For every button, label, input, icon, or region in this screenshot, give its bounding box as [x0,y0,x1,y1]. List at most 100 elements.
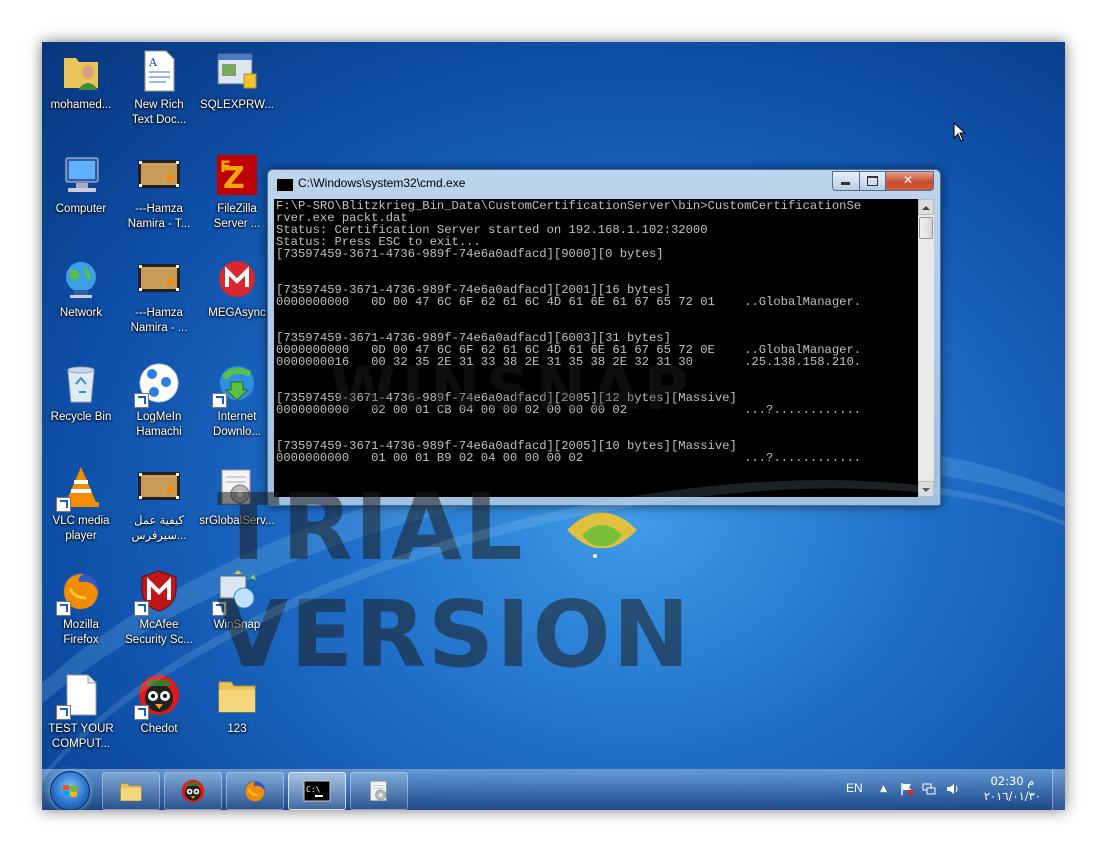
desktop-icon-5[interactable]: Z F FileZilla Server ... [198,152,276,232]
sql-installer-icon [214,48,260,94]
desktop-icon-label: Network [59,307,103,319]
desktop-icon-label: ---Hamza Namira - T... [127,203,191,230]
desktop-icon-17[interactable]: WinSnap [198,568,276,633]
console-line: [73597459-3671-4736-989f-74e6a0adfacd][9… [276,247,664,261]
scroll-thumb[interactable] [919,217,933,239]
video-file-icon [136,464,182,510]
taskbar-button-explorer[interactable] [102,772,160,810]
svg-text:C:\: C:\ [306,785,321,794]
mouse-cursor-icon [953,122,967,142]
minimize-button[interactable] [832,171,860,191]
vlc-icon [56,464,104,512]
cmd-window[interactable]: C:\Windows\system32\cmd.exe F:\P-SRO\Bli… [267,169,941,506]
clock[interactable]: 02:30 م ٢٠١٦/٠١/٣٠ [984,774,1041,804]
megasync-icon [214,256,260,302]
clock-time: 02:30 م [990,774,1035,788]
desktop-icon-label: كيفية عمل سيرفرس... [131,515,187,542]
desktop-icon-label: 123 [227,723,247,735]
recycle-bin-icon [58,360,104,406]
desktop-icon-9[interactable]: Recycle Bin [42,360,120,425]
scroll-down-arrow-icon[interactable] [918,481,934,497]
desktop-icon-0[interactable]: mohamed... [42,48,120,113]
winsnap-icon [212,568,260,616]
language-indicator[interactable]: EN [846,781,863,810]
desktop-icon-label: Mozilla Firefox [63,619,99,646]
desktop: mohamed... A New Rich Text Doc... SQLEXPRW.… [42,42,1065,810]
desktop-icon-11[interactable]: Internet Downlo... [198,360,276,440]
console-line: 0000000016 00 32 35 2E 31 33 38 2E 31 35… [276,355,862,369]
desktop-icon-label: srGlobalServ... [199,515,275,527]
network-icon [58,256,104,302]
desktop-icon-14[interactable]: srGlobalServ... [198,464,276,529]
video-file-icon [136,256,182,302]
taskbar-button-cmd[interactable]: C:\ [288,772,346,810]
console-text: F:\P-SRO\Blitzkrieg_Bin_Data\CustomCerti… [274,199,918,465]
desktop-icon-label: VLC media player [52,515,110,542]
start-button[interactable] [50,771,90,810]
desktop-icon-7[interactable]: ---Hamza Namira - ... [120,256,198,336]
watermark-line-2: TRIAL VERSION [217,474,692,688]
desktop-icon-label: ---Hamza Namira - ... [130,307,188,334]
taskbar-button-firefox[interactable] [226,772,284,810]
show-desktop-button[interactable] [1052,770,1065,810]
shortcut-arrow-icon [56,705,71,720]
shortcut-arrow-icon [212,601,227,616]
desktop-icon-3[interactable]: Computer [42,152,120,217]
server-config-icon [214,464,260,510]
desktop-icon-15[interactable]: Mozilla Firefox [42,568,120,648]
desktop-icon-13[interactable]: كيفية عمل سيرفرس... [120,464,198,544]
shortcut-arrow-icon [134,705,149,720]
computer-icon [58,152,104,198]
volume-icon[interactable] [946,782,960,796]
desktop-icon-label: McAfee Security Sc... [125,619,193,646]
desktop-icon-2[interactable]: SQLEXPRW... [198,48,276,113]
desktop-icon-1[interactable]: A New Rich Text Doc... [120,48,198,128]
desktop-icon-label: WinSnap [213,619,261,631]
desktop-icon-4[interactable]: ---Hamza Namira - T... [120,152,198,232]
windows-logo-icon [63,784,77,798]
svg-text:F: F [220,157,231,176]
desktop-icon-6[interactable]: Network [42,256,120,321]
desktop-icon-12[interactable]: VLC media player [42,464,120,544]
internet-download-manager-icon [212,360,260,408]
user-folder-icon [58,48,104,94]
network-tray-icon[interactable] [922,782,936,796]
blank-document-icon [56,672,104,720]
desktop-icon-label: Internet Downlo... [213,411,261,438]
firefox-icon [56,568,104,616]
rtf-document-icon: A [136,48,182,94]
desktop-icon-label: LogMeIn Hamachi [136,411,182,438]
maximize-button[interactable] [859,171,886,191]
desktop-icon-20[interactable]: 123 [198,672,276,737]
firefox-icon [241,778,269,804]
cmd-titlebar[interactable]: C:\Windows\system32\cmd.exe [268,170,940,198]
video-file-icon [136,152,182,198]
desktop-icon-label: FileZilla Server ... [213,203,261,230]
console-output[interactable]: F:\P-SRO\Blitzkrieg_Bin_Data\CustomCerti… [274,199,918,497]
desktop-icon-16[interactable]: McAfee Security Sc... [120,568,198,648]
desktop-icon-19[interactable]: Chedot [120,672,198,737]
desktop-icon-label: TEST YOUR COMPUT... [48,723,114,750]
action-center-flag-icon[interactable] [900,782,914,796]
filezilla-icon: ZF [214,152,260,198]
scroll-up-arrow-icon[interactable] [918,199,934,215]
shortcut-arrow-icon [56,601,71,616]
desktop-icon-10[interactable]: LogMeIn Hamachi [120,360,198,440]
taskbar-button-server-config[interactable] [350,772,408,810]
taskbar-button-chedot[interactable] [164,772,222,810]
shortcut-arrow-icon [134,601,149,616]
cmd-window-title: C:\Windows\system32\cmd.exe [298,176,466,190]
shortcut-arrow-icon [134,393,149,408]
console-line: 0000000000 0D 00 47 6C 6F 62 61 6C 4D 61… [276,295,862,309]
server-config-icon [365,778,393,804]
desktop-icon-18[interactable]: TEST YOUR COMPUT... [42,672,120,752]
desktop-icon-label: New Rich Text Doc... [131,99,187,126]
console-scrollbar[interactable] [918,199,934,497]
close-button[interactable] [885,171,934,191]
command-prompt-icon [276,178,294,192]
desktop-icon-8[interactable]: MEGAsync [198,256,276,321]
show-hidden-icons-chevron-icon[interactable]: ▲ [880,784,887,810]
